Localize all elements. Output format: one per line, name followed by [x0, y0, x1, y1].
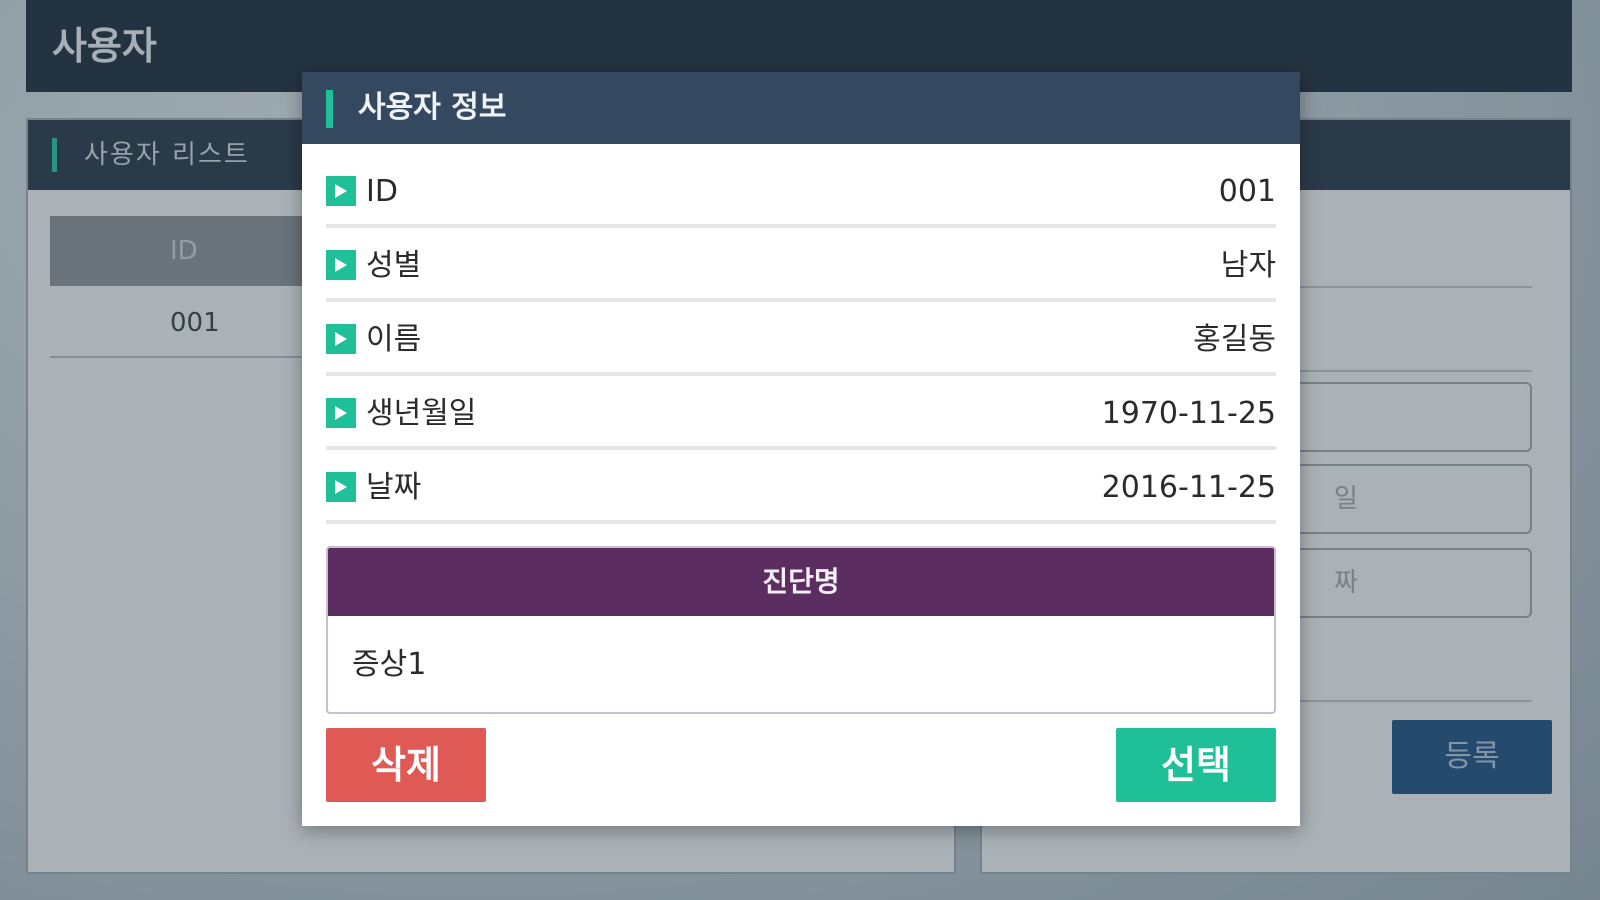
info-row-birthdate: 생년월일 1970-11-25: [326, 378, 1276, 450]
info-label: 생년월일: [366, 396, 477, 431]
play-icon: [326, 250, 356, 280]
select-button[interactable]: 선택: [1116, 728, 1276, 802]
diagnosis-box: 진단명 증상1: [326, 546, 1276, 714]
info-value: 2016-11-25: [1101, 470, 1276, 505]
diagnosis-header: 진단명: [328, 548, 1274, 616]
play-icon: [326, 176, 356, 206]
info-value: 1970-11-25: [1101, 396, 1276, 431]
info-label: 날짜: [366, 470, 422, 505]
info-row-gender: 성별 남자: [326, 230, 1276, 302]
info-value: 홍길동: [1193, 322, 1276, 357]
user-info-dialog: 사용자 정보 ID 001 성별 남자 이름 홍길동 생년월일 1970-11-…: [302, 72, 1300, 826]
info-label: ID: [366, 174, 398, 209]
play-icon: [326, 472, 356, 502]
accent-bar: [326, 90, 333, 128]
info-label: 성별: [366, 248, 422, 283]
dialog-header: 사용자 정보: [302, 72, 1300, 144]
dialog-title: 사용자 정보: [358, 90, 507, 125]
info-row-id: ID 001: [326, 156, 1276, 228]
delete-button[interactable]: 삭제: [326, 728, 486, 802]
play-icon: [326, 398, 356, 428]
play-icon: [326, 324, 356, 354]
info-value: 001: [1218, 174, 1276, 209]
info-label: 이름: [366, 322, 422, 357]
info-row-date: 날짜 2016-11-25: [326, 452, 1276, 524]
info-row-name: 이름 홍길동: [326, 304, 1276, 376]
diagnosis-value[interactable]: 증상1: [328, 616, 1274, 712]
info-value: 남자: [1220, 248, 1276, 283]
